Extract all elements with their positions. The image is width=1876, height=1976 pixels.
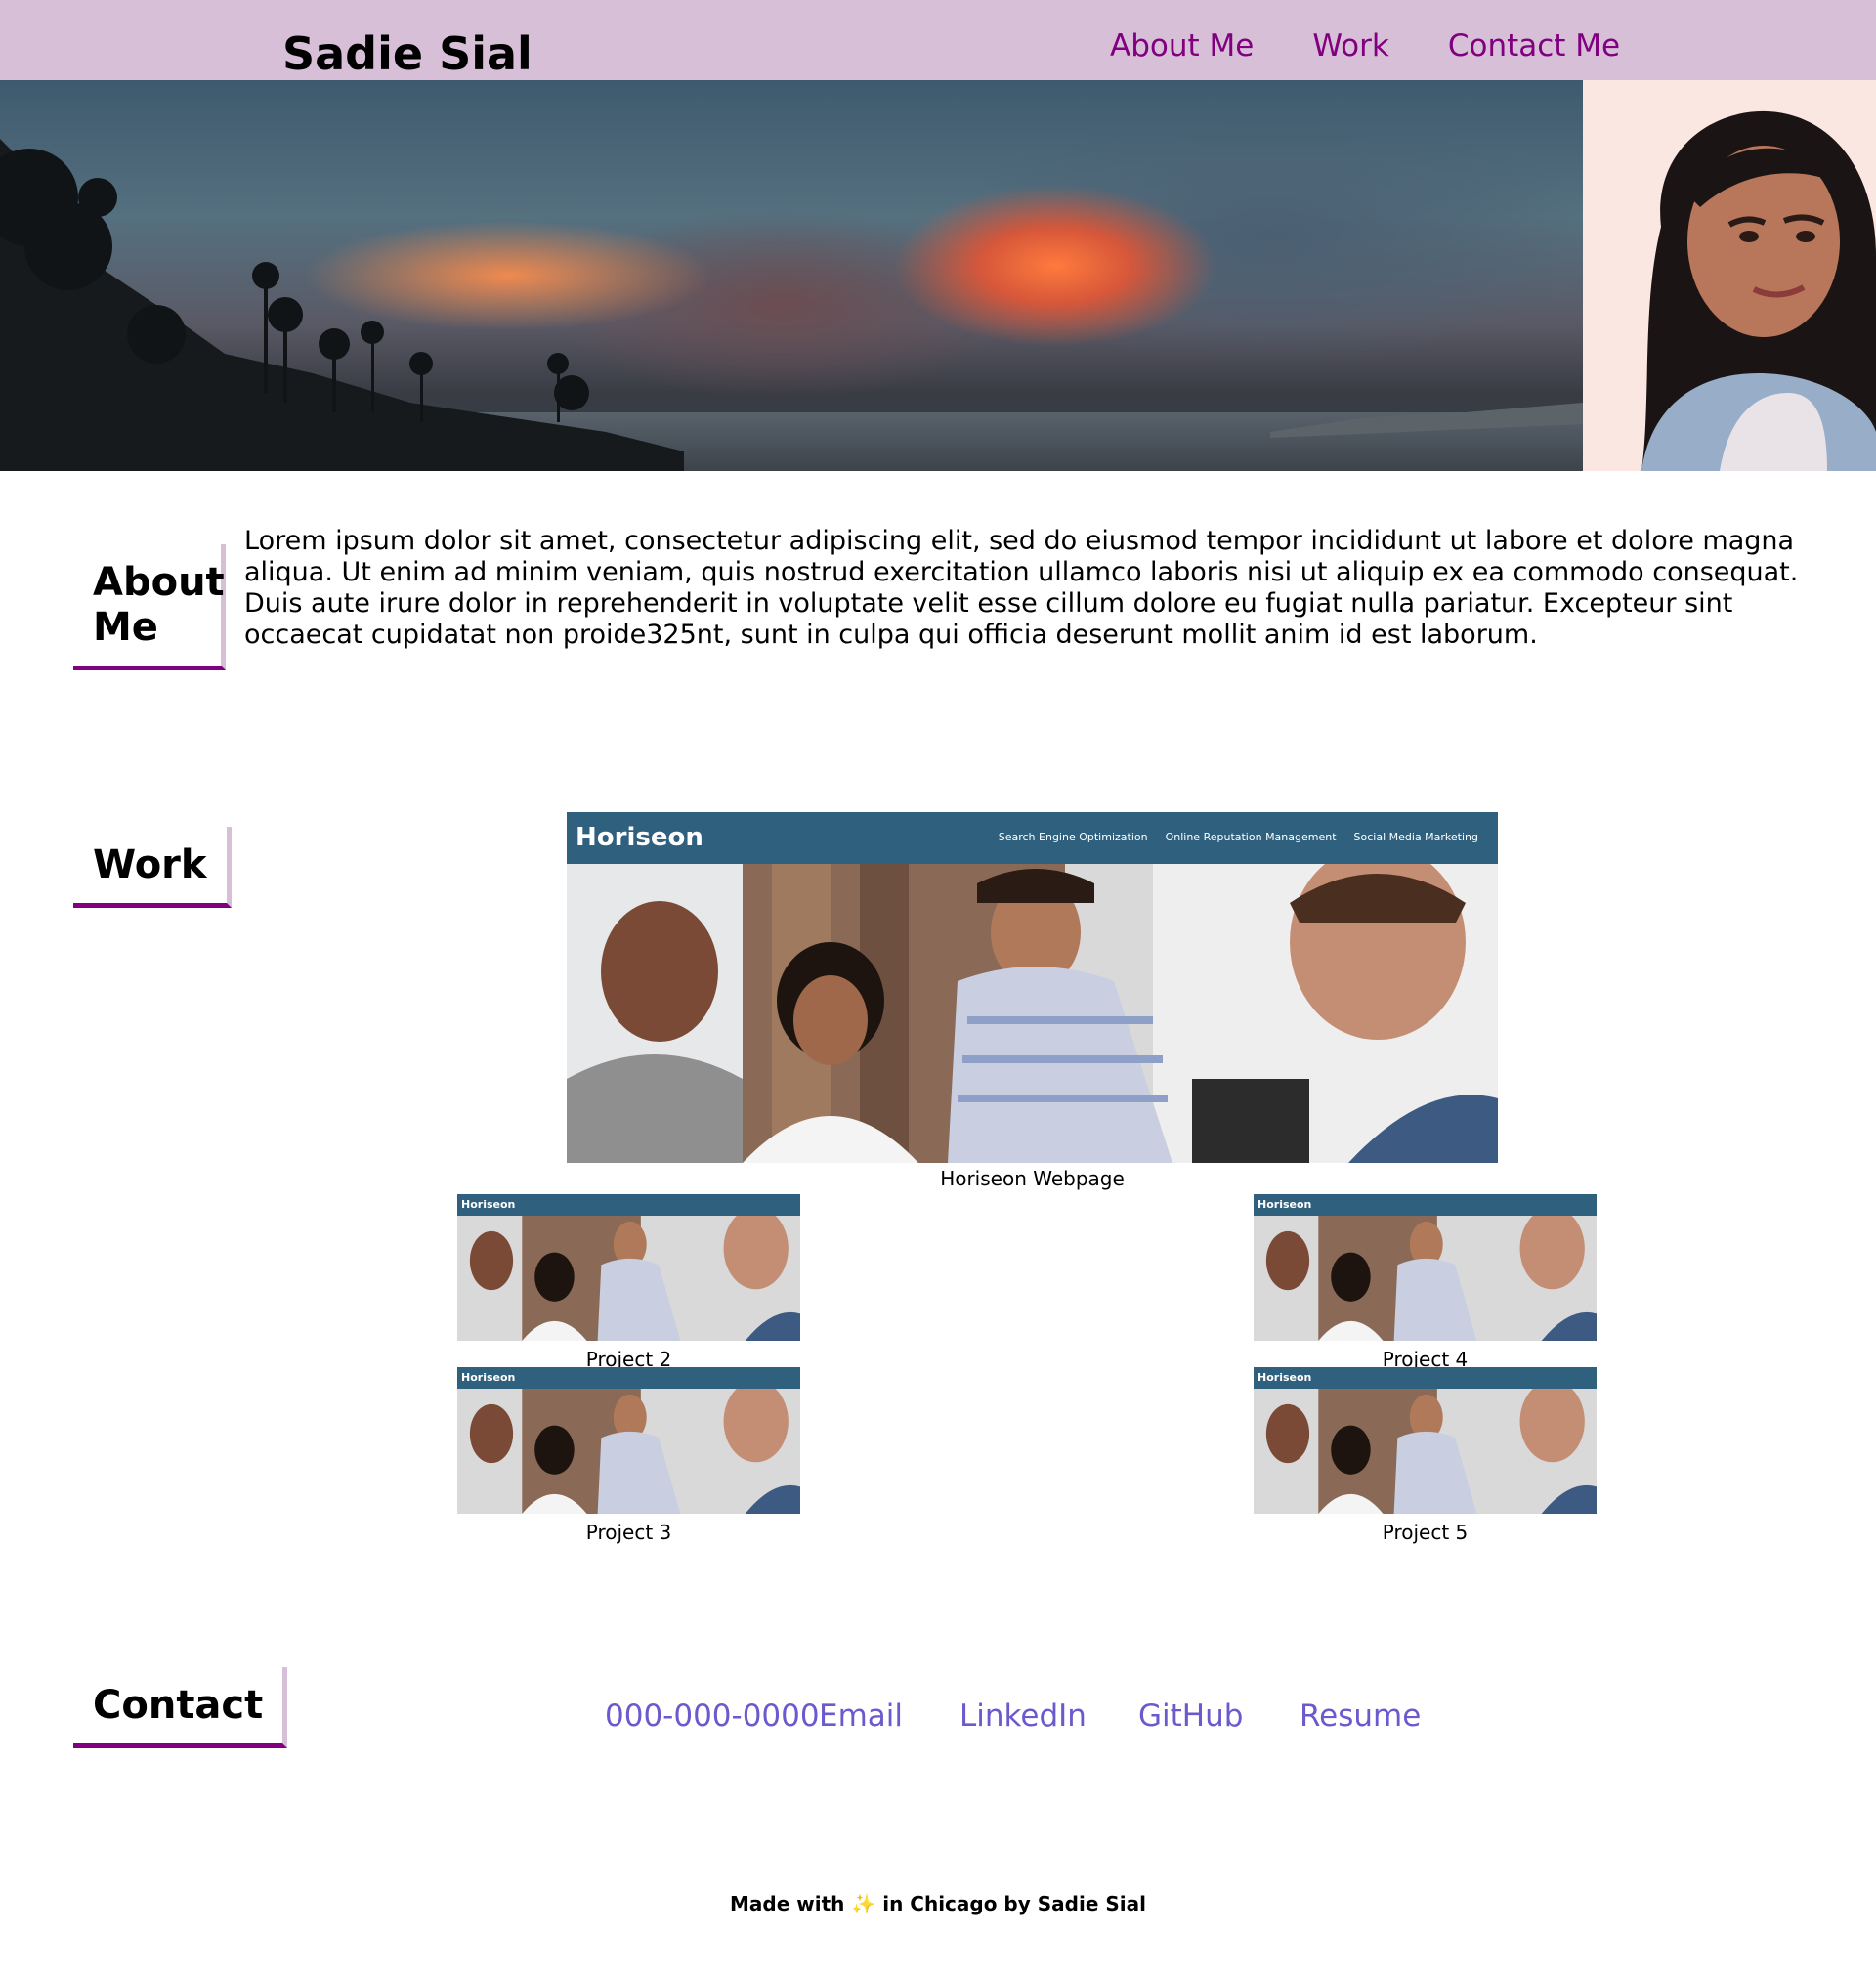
work-main-caption: Horiseon Webpage [940, 1167, 1125, 1190]
profile-photo [1583, 80, 1876, 471]
mock-site-header: Horiseon [1254, 1194, 1597, 1216]
mock-brand: Horiseon [461, 1371, 516, 1384]
team-photo [567, 864, 1498, 1163]
footer-text-after: in Chicago by Sadie Sial [875, 1892, 1146, 1915]
team-photo [457, 1389, 800, 1514]
project-4-thumbnail[interactable]: Horiseon [1254, 1194, 1597, 1341]
mock-brand: Horiseon [1258, 1371, 1312, 1384]
mock-brand: Horiseon [461, 1198, 516, 1211]
mock-nav-item: Social Media Marketing [1353, 831, 1478, 843]
mock-nav: Search Engine Optimization Online Reputa… [999, 830, 1478, 845]
project-3-thumbnail[interactable]: Horiseon [457, 1367, 800, 1514]
mock-nav-item: Search Engine Optimization [998, 831, 1148, 843]
contact-resume-link[interactable]: Resume [1300, 1694, 1421, 1739]
mock-brand: Horiseon [1258, 1198, 1312, 1211]
nav-link-about-me[interactable]: About Me [1110, 23, 1254, 68]
project-2-thumbnail[interactable]: Horiseon [457, 1194, 800, 1341]
mock-nav-item: Online Reputation Management [1165, 831, 1337, 843]
work-heading: Work [73, 827, 232, 908]
site-title: Sadie Sial [282, 27, 533, 80]
footer-text-before: Made with [730, 1892, 852, 1915]
project-3-caption: Project 3 [585, 1521, 672, 1544]
site-header: Sadie Sial About Me Work Contact Me [0, 0, 1876, 80]
project-5-thumbnail[interactable]: Horiseon [1254, 1367, 1597, 1514]
hero-banner [0, 80, 1876, 471]
contact-email-link[interactable]: Email [819, 1694, 903, 1739]
mock-brand: Horiseon [576, 823, 704, 852]
main-nav: About Me Work Contact Me [1110, 23, 1620, 68]
team-photo [1254, 1216, 1597, 1341]
contact-phone-link[interactable]: 000-000-0000 [605, 1694, 820, 1739]
team-photo [1254, 1389, 1597, 1514]
team-photo [457, 1216, 800, 1341]
site-footer: Made with ✨ in Chicago by Sadie Sial [0, 1890, 1876, 1917]
mock-site-header: Horiseon [457, 1194, 800, 1216]
nav-link-contact-me[interactable]: Contact Me [1448, 23, 1620, 68]
profile-photo-illustration [1583, 80, 1876, 471]
about-heading: About Me [73, 544, 226, 670]
mock-site-header: Horiseon Search Engine Optimization Onli… [567, 812, 1498, 864]
mock-site-header: Horiseon [457, 1367, 800, 1389]
about-paragraph: Lorem ipsum dolor sit amet, consectetur … [244, 526, 1799, 650]
work-main-screenshot[interactable]: Horiseon Search Engine Optimization Onli… [567, 812, 1498, 1163]
sparkle-icon: ✨ [851, 1892, 876, 1915]
contact-links: 000-000-0000 Email LinkedIn GitHub Resum… [0, 1694, 1876, 1739]
contact-linkedin-link[interactable]: LinkedIn [959, 1694, 1087, 1739]
project-5-caption: Project 5 [1382, 1521, 1469, 1544]
contact-github-link[interactable]: GitHub [1138, 1694, 1243, 1739]
nav-link-work[interactable]: Work [1312, 23, 1389, 68]
cliff-silhouette [0, 139, 1583, 471]
mock-site-header: Horiseon [1254, 1367, 1597, 1389]
